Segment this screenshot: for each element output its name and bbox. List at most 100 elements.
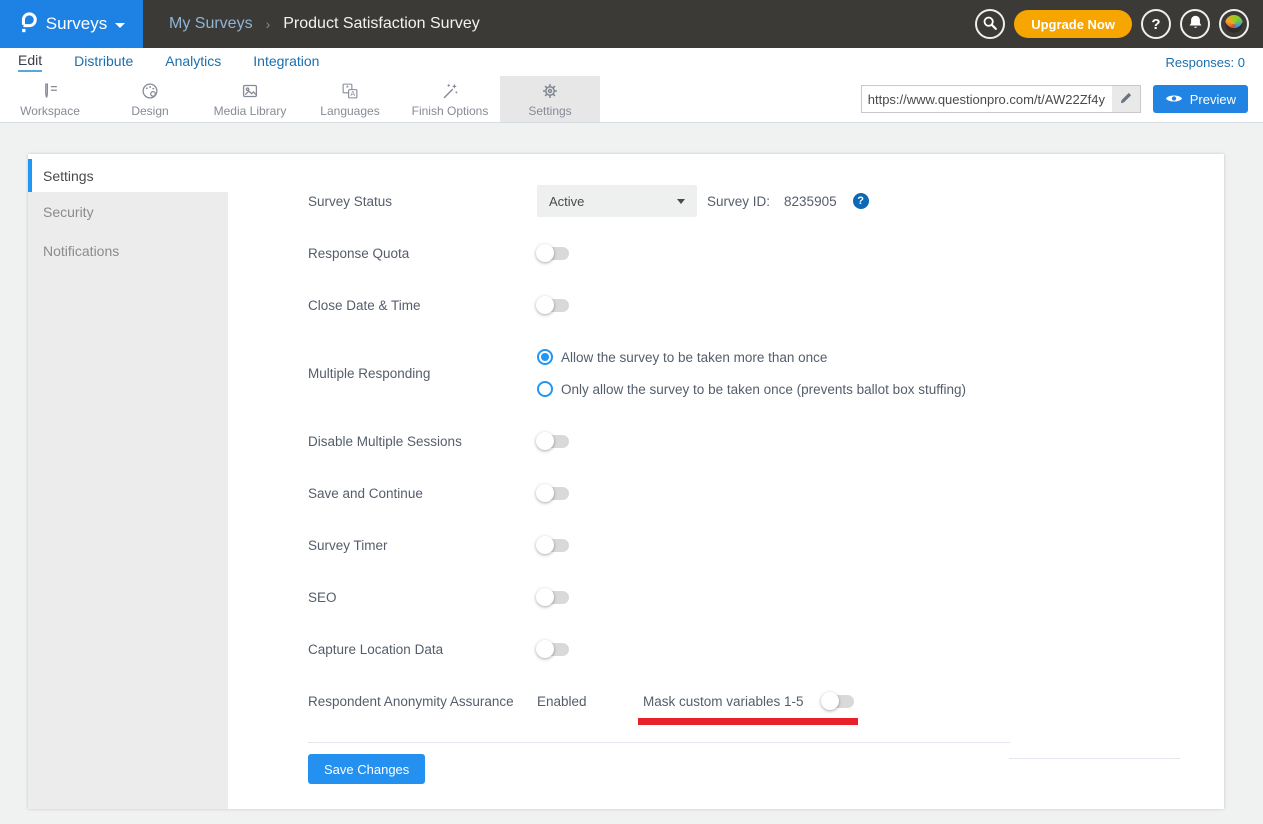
survey-url-box xyxy=(861,85,1141,113)
survey-id-value: 8235905 xyxy=(784,194,837,209)
toggle-knob xyxy=(821,692,839,710)
radio-label: Only allow the survey to be taken once (… xyxy=(561,382,966,397)
breadcrumb-parent-link[interactable]: My Surveys xyxy=(169,15,253,33)
help-button[interactable]: ? xyxy=(1141,9,1171,39)
only-once-radio[interactable] xyxy=(537,381,553,397)
tab-integration[interactable]: Integration xyxy=(253,53,319,71)
workspace-icon xyxy=(38,80,62,102)
preview-button[interactable]: Preview xyxy=(1153,85,1248,113)
tab-analytics[interactable]: Analytics xyxy=(165,53,221,71)
breadcrumb-separator: › xyxy=(266,16,271,32)
disable-multiple-sessions-row: Disable Multiple Sessions xyxy=(308,425,1224,457)
product-switcher[interactable]: Surveys xyxy=(0,0,143,48)
toolbar-tab-workspace[interactable]: Workspace xyxy=(0,76,100,122)
toggle-knob xyxy=(536,244,554,262)
save-and-continue-row: Save and Continue xyxy=(308,477,1224,509)
questionpro-logo-icon xyxy=(18,9,38,40)
responses-count[interactable]: Responses: 0 xyxy=(1166,55,1246,70)
settings-content: Survey Status Active Survey ID: 8235905 … xyxy=(228,154,1224,809)
toggle-knob xyxy=(536,296,554,314)
mask-custom-variables-label: Mask custom variables 1-5 xyxy=(643,694,822,709)
brand-label: Surveys xyxy=(46,14,107,34)
upgrade-now-button[interactable]: Upgrade Now xyxy=(1014,10,1132,38)
breadcrumb: My Surveys › Product Satisfaction Survey xyxy=(169,0,480,48)
survey-nav: Edit Distribute Analytics Integration Re… xyxy=(0,48,1263,76)
response-quota-row: Response Quota xyxy=(308,237,1224,269)
avatar-image xyxy=(1225,15,1243,33)
toolbar-tab-label: Workspace xyxy=(20,104,80,118)
setting-label: SEO xyxy=(308,590,537,605)
survey-timer-toggle[interactable] xyxy=(537,539,569,552)
toggle-knob xyxy=(536,432,554,450)
seo-toggle[interactable] xyxy=(537,591,569,604)
chevron-down-icon xyxy=(677,199,685,204)
sidebar-item-notifications[interactable]: Notifications xyxy=(28,231,228,270)
settings-gear-icon xyxy=(538,80,562,102)
survey-url-input[interactable] xyxy=(862,86,1112,112)
toolbar-tab-settings[interactable]: Settings xyxy=(500,76,600,122)
response-quota-toggle[interactable] xyxy=(537,247,569,260)
toolbar-tab-label: Settings xyxy=(528,104,571,118)
search-icon xyxy=(981,14,999,35)
close-date-row: Close Date & Time xyxy=(308,289,1224,321)
disable-multiple-sessions-toggle[interactable] xyxy=(537,435,569,448)
sidebar-item-settings[interactable]: Settings xyxy=(28,159,228,192)
pencil-icon xyxy=(1119,91,1133,108)
languages-icon: * A xyxy=(338,80,362,102)
toolbar-tab-label: Media Library xyxy=(214,104,287,118)
sidebar-item-security[interactable]: Security xyxy=(28,192,228,231)
allow-multiple-radio[interactable] xyxy=(537,349,553,365)
page-body: Settings Security Notifications Survey S… xyxy=(0,123,1263,823)
survey-timer-row: Survey Timer xyxy=(308,529,1224,561)
red-highlight-underline xyxy=(638,718,858,725)
radio-option: Allow the survey to be taken more than o… xyxy=(537,341,966,373)
save-and-continue-toggle[interactable] xyxy=(537,487,569,500)
close-date-toggle[interactable] xyxy=(537,299,569,312)
setting-label: Capture Location Data xyxy=(308,642,537,657)
edit-toolbar: Workspace Design Media Library xyxy=(0,76,1263,123)
search-button[interactable] xyxy=(975,9,1005,39)
setting-label: Disable Multiple Sessions xyxy=(308,434,537,449)
preview-label: Preview xyxy=(1190,92,1236,107)
seo-row: SEO xyxy=(308,581,1224,613)
survey-status-select[interactable]: Active xyxy=(537,185,697,217)
setting-label: Survey Timer xyxy=(308,538,537,553)
anonymity-row: Respondent Anonymity Assurance Enabled M… xyxy=(308,685,1224,717)
radio-option: Only allow the survey to be taken once (… xyxy=(537,373,966,405)
capture-location-toggle[interactable] xyxy=(537,643,569,656)
toolbar-right: Preview xyxy=(861,76,1263,122)
question-help-icon[interactable]: ? xyxy=(853,193,869,209)
survey-status-value: Active xyxy=(549,194,584,209)
radio-label: Allow the survey to be taken more than o… xyxy=(561,350,827,365)
tab-distribute[interactable]: Distribute xyxy=(74,53,133,71)
eye-icon xyxy=(1165,92,1183,107)
bell-icon xyxy=(1187,14,1204,34)
anonymity-status: Enabled xyxy=(537,694,643,709)
save-changes-button[interactable]: Save Changes xyxy=(308,754,425,784)
tab-edit[interactable]: Edit xyxy=(18,52,42,72)
chevron-down-icon xyxy=(115,23,125,28)
toggle-knob xyxy=(536,588,554,606)
divider xyxy=(308,742,1010,743)
page-title: Product Satisfaction Survey xyxy=(283,15,480,33)
toolbar-tab-finish-options[interactable]: Finish Options xyxy=(400,76,500,122)
setting-label: Response Quota xyxy=(308,246,537,261)
top-bar: Surveys My Surveys › Product Satisfactio… xyxy=(0,0,1263,48)
edit-url-button[interactable] xyxy=(1112,86,1140,112)
notifications-button[interactable] xyxy=(1180,9,1210,39)
toolbar-tab-languages[interactable]: * A Languages xyxy=(300,76,400,122)
mask-custom-variables-toggle[interactable] xyxy=(822,695,854,708)
sidebar-background: Security Notifications xyxy=(28,192,228,809)
svg-text:A: A xyxy=(350,91,355,98)
avatar[interactable] xyxy=(1219,9,1249,39)
toolbar-tab-media-library[interactable]: Media Library xyxy=(200,76,300,122)
toolbar-tab-design[interactable]: Design xyxy=(100,76,200,122)
settings-card: Settings Security Notifications Survey S… xyxy=(28,154,1224,809)
divider xyxy=(1009,758,1180,759)
topbar-actions: Upgrade Now ? xyxy=(975,0,1263,48)
setting-label: Close Date & Time xyxy=(308,298,537,313)
toggle-knob xyxy=(536,536,554,554)
design-icon xyxy=(138,80,162,102)
radio-dot xyxy=(541,353,549,361)
capture-location-row: Capture Location Data xyxy=(308,633,1224,665)
